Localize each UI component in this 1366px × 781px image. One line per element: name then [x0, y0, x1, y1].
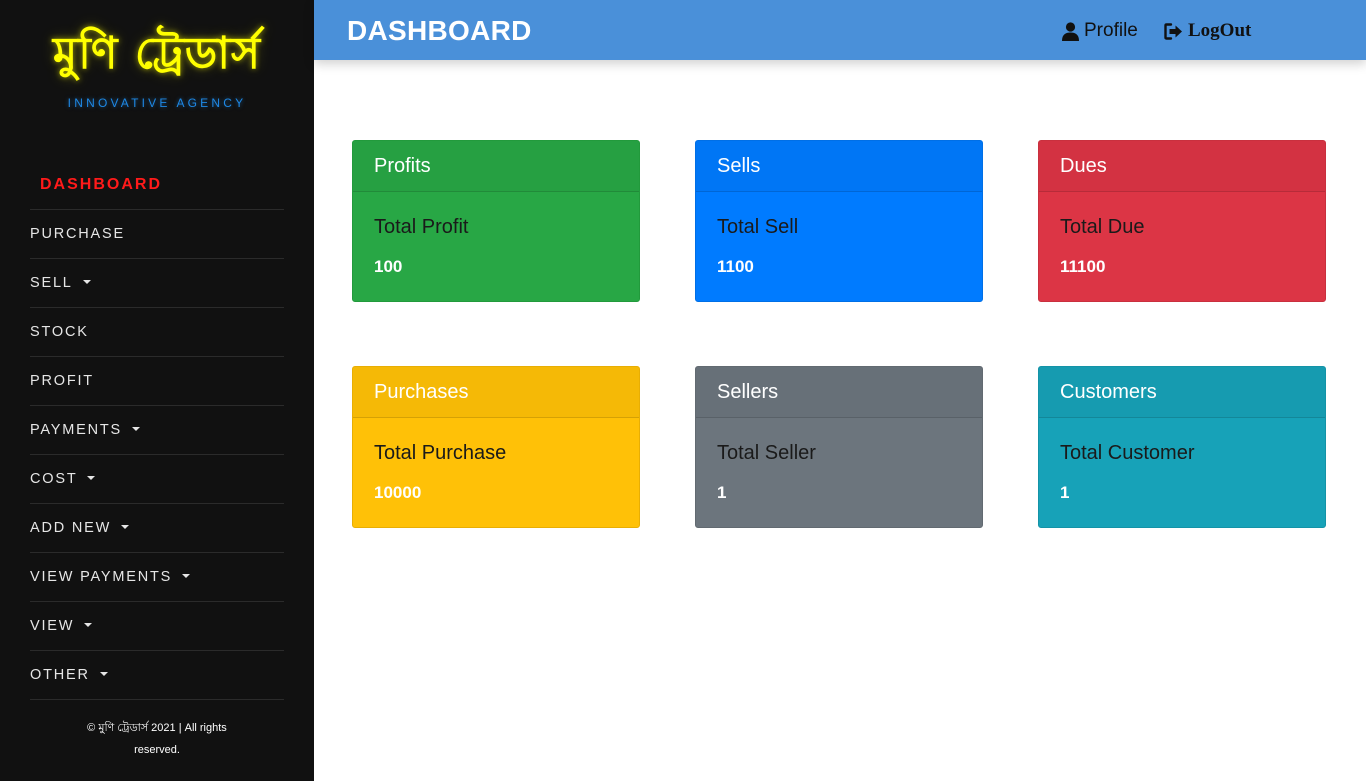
brand-logo-text[interactable]: মুণি ট্রেডার্স	[0, 24, 314, 84]
sidebar-item-stock[interactable]: STOCK	[30, 308, 284, 357]
caret-down-icon	[121, 525, 130, 529]
dues-card[interactable]: Dues Total Due 11100	[1038, 140, 1326, 302]
logout-link[interactable]: LogOut	[1164, 20, 1251, 42]
sidebar-item-label: ADD NEW	[30, 520, 112, 536]
sidebar-item-view-payments[interactable]: VIEW PAYMENTS	[30, 553, 284, 602]
sells-card[interactable]: Sells Total Sell 1100	[695, 140, 983, 302]
card-title: Dues	[1039, 141, 1325, 192]
card-label: Total Profit	[374, 216, 469, 238]
card-title: Profits	[353, 141, 639, 192]
caret-down-icon	[87, 476, 96, 480]
sign-out-icon	[1164, 22, 1182, 40]
card-label: Total Sell	[717, 216, 799, 238]
card-title: Sells	[696, 141, 982, 192]
sidebar-item-label: OTHER	[30, 667, 90, 683]
sidebar-item-profit[interactable]: PROFIT	[30, 357, 284, 406]
profile-link[interactable]: Profile	[1062, 20, 1138, 42]
card-body: Total Due 11100	[1039, 216, 1325, 277]
sidebar-item-label: PROFIT	[30, 373, 94, 389]
sidebar-item-label: VIEW	[30, 618, 75, 634]
card-body: Total Sell 1100	[696, 216, 982, 277]
brand[interactable]: মুণি ট্রেডার্স INNOVATIVE AGENCY	[0, 24, 314, 110]
card-value: 1100	[717, 257, 754, 276]
profile-label: Profile	[1084, 20, 1138, 41]
caret-down-icon	[132, 427, 141, 431]
card-value: 10000	[374, 483, 422, 502]
brand-tagline: INNOVATIVE AGENCY	[67, 96, 247, 110]
card-value: 100	[374, 257, 403, 276]
sidebar-nav: DASHBOARD PURCHASE SELL STOCK PROFIT PAY…	[30, 161, 284, 700]
purchases-card[interactable]: Purchases Total Purchase 10000	[352, 366, 640, 528]
sidebar-item-sell[interactable]: SELL	[30, 259, 284, 308]
customers-card[interactable]: Customers Total Customer 1	[1038, 366, 1326, 528]
card-body: Total Seller 1	[696, 442, 982, 503]
sidebar-item-label: VIEW PAYMENTS	[30, 569, 173, 585]
card-value: 1	[717, 483, 727, 502]
card-body: Total Purchase 10000	[353, 442, 639, 503]
top-bar: DASHBOARD Profile LogOut	[314, 0, 1366, 60]
sidebar: মুণি ট্রেডার্স INNOVATIVE AGENCY DASHBOA…	[0, 0, 314, 781]
sidebar-item-purchase[interactable]: PURCHASE	[30, 210, 284, 259]
copyright-text: © মুণি ট্রেডার্স 2021 | All rights reser…	[87, 722, 227, 756]
logout-label: LogOut	[1188, 20, 1252, 41]
caret-down-icon	[82, 280, 91, 284]
sidebar-item-label: STOCK	[30, 324, 89, 340]
card-label: Total Seller	[717, 442, 816, 464]
sellers-card[interactable]: Sellers Total Seller 1	[695, 366, 983, 528]
card-label: Total Customer	[1060, 442, 1195, 464]
sidebar-item-label: SELL	[30, 275, 73, 291]
sidebar-item-cost[interactable]: COST	[30, 455, 284, 504]
sidebar-item-dashboard[interactable]: DASHBOARD	[30, 161, 284, 210]
sidebar-item-label: PAYMENTS	[30, 422, 123, 438]
card-label: Total Due	[1060, 216, 1145, 238]
sidebar-item-add-new[interactable]: ADD NEW	[30, 504, 284, 553]
card-value: 11100	[1060, 257, 1106, 276]
user-icon	[1062, 21, 1079, 41]
sidebar-item-payments[interactable]: PAYMENTS	[30, 406, 284, 455]
sidebar-item-view[interactable]: VIEW	[30, 602, 284, 651]
caret-down-icon	[182, 574, 191, 578]
card-title: Customers	[1039, 367, 1325, 418]
card-title: Sellers	[696, 367, 982, 418]
caret-down-icon	[84, 623, 93, 627]
page-title: DASHBOARD	[347, 15, 532, 46]
profits-card[interactable]: Profits Total Profit 100	[352, 140, 640, 302]
sidebar-item-label: COST	[30, 471, 78, 487]
card-label: Total Purchase	[374, 442, 507, 464]
sidebar-item-label: DASHBOARD	[40, 176, 162, 193]
sidebar-item-other[interactable]: OTHER	[30, 651, 284, 700]
card-title: Purchases	[353, 367, 639, 418]
caret-down-icon	[99, 672, 108, 676]
sidebar-item-label: PURCHASE	[30, 226, 125, 242]
card-value: 1	[1060, 483, 1070, 502]
card-body: Total Profit 100	[353, 216, 639, 277]
card-body: Total Customer 1	[1039, 442, 1325, 503]
